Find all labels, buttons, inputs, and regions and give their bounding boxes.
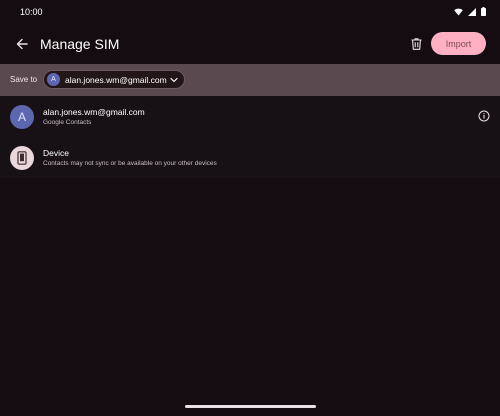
app-bar: Manage SIM Import [0, 24, 500, 64]
account-dropdown[interactable]: A alan.jones.wm@gmail.com [43, 70, 185, 89]
destination-list: A alan.jones.wm@gmail.com Google Contact… [0, 96, 500, 178]
signal-icon [468, 7, 476, 16]
status-time: 10:00 [20, 7, 43, 17]
back-button[interactable] [12, 34, 32, 54]
battery-icon [481, 7, 486, 16]
list-item-title: alan.jones.wm@gmail.com [43, 107, 145, 117]
phone-icon [17, 151, 27, 165]
manage-sim-screen: 10:00 Manage SIM Import Save to A alan.j… [0, 0, 500, 416]
list-item-title: Device [43, 148, 69, 158]
list-item-google-account[interactable]: A alan.jones.wm@gmail.com Google Contact… [0, 96, 500, 137]
arrow-back-icon [16, 38, 28, 50]
list-item-device[interactable]: Device Contacts may not sync or be avail… [0, 137, 500, 178]
avatar: A [47, 73, 60, 86]
wifi-icon [454, 8, 463, 15]
import-button[interactable]: Import [431, 32, 486, 55]
info-icon[interactable] [478, 110, 490, 122]
delete-button[interactable] [406, 34, 426, 54]
page-title: Manage SIM [40, 36, 120, 52]
trash-icon [411, 38, 421, 50]
status-icons [454, 7, 486, 16]
list-item-subtitle: Contacts may not sync or be available on… [43, 160, 217, 167]
chevron-down-icon [170, 77, 178, 83]
save-to-bar: Save to A alan.jones.wm@gmail.com [0, 64, 500, 96]
device-avatar [10, 146, 34, 170]
list-item-subtitle: Google Contacts [43, 119, 92, 126]
avatar: A [10, 105, 34, 129]
save-to-label: Save to [10, 75, 38, 84]
home-indicator[interactable] [185, 405, 316, 408]
account-email: alan.jones.wm@gmail.com [65, 74, 167, 85]
status-bar: 10:00 [0, 0, 500, 24]
